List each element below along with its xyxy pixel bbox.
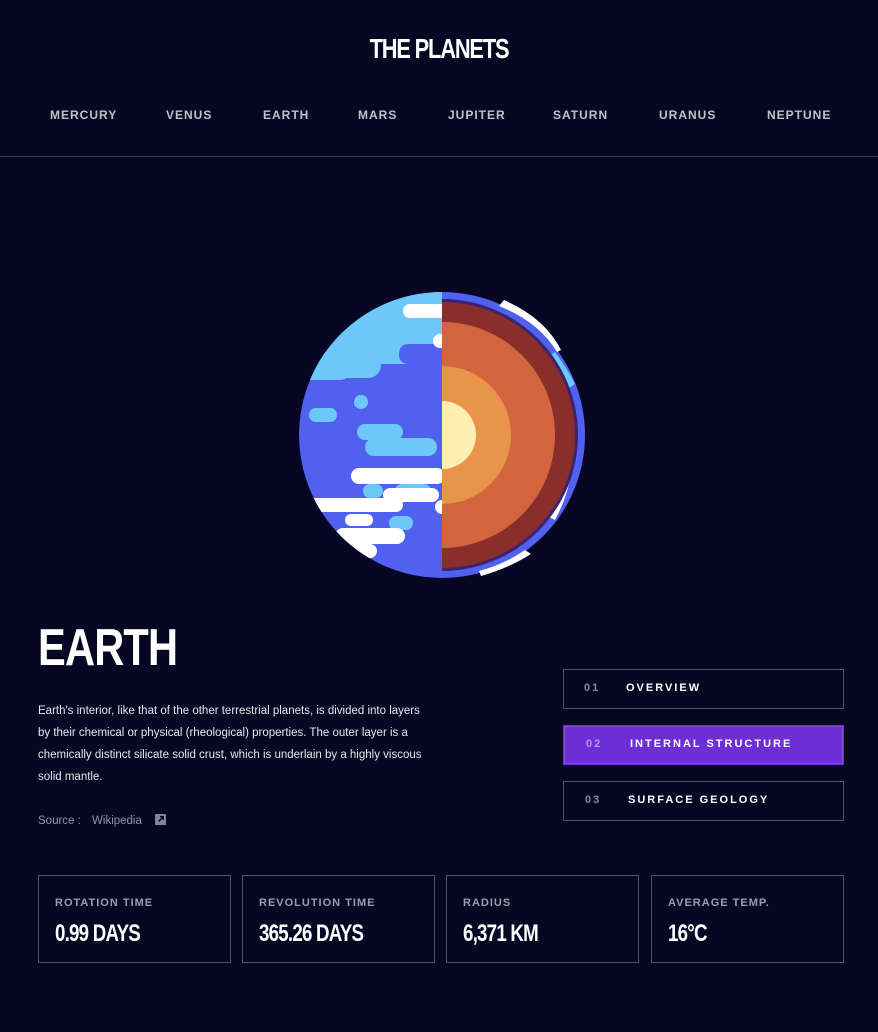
external-link-icon[interactable] [155, 814, 167, 825]
planet-stats: ROTATION TIME 0.99 DAYS REVOLUTION TIME … [38, 875, 844, 963]
source-link[interactable]: Wikipedia [92, 815, 142, 827]
stat-value: 16°C [668, 920, 707, 947]
stat-value: 365.26 DAYS [259, 920, 364, 947]
stat-average-temp: AVERAGE TEMP. 16°C [651, 875, 844, 963]
tab-surface-geology[interactable]: 03 SURFACE GEOLOGY [563, 781, 844, 821]
stat-rotation-time: ROTATION TIME 0.99 DAYS [38, 875, 231, 963]
site-header: THE PLANETS MERCURY VENUS EARTH MARS JUP… [0, 0, 878, 157]
stat-label: RADIUS [463, 897, 512, 909]
tab-label: INTERNAL STRUCTURE [630, 738, 793, 750]
tab-label: OVERVIEW [626, 682, 702, 694]
planet-internal-image [299, 292, 585, 578]
stat-label: AVERAGE TEMP. [668, 897, 770, 909]
tab-number: 03 [585, 794, 602, 806]
stat-value: 0.99 DAYS [55, 920, 141, 947]
stat-value: 6,371 KM [463, 920, 539, 947]
planet-nav: MERCURY VENUS EARTH MARS JUPITER SATURN … [0, 108, 878, 126]
source-label: Source : [38, 815, 81, 827]
tab-label: SURFACE GEOLOGY [628, 794, 770, 806]
nav-item-earth[interactable]: EARTH [263, 108, 309, 122]
nav-item-uranus[interactable]: URANUS [659, 108, 716, 122]
source-line: Source : Wikipedia [38, 814, 167, 827]
tab-internal-structure[interactable]: 02 INTERNAL STRUCTURE [563, 725, 844, 765]
nav-item-jupiter[interactable]: JUPITER [448, 108, 506, 122]
planet-name: EARTH [38, 619, 178, 677]
nav-item-venus[interactable]: VENUS [166, 108, 212, 122]
planet-description: Earth's interior, like that of the other… [38, 705, 422, 783]
stat-label: REVOLUTION TIME [259, 897, 376, 909]
stat-label: ROTATION TIME [55, 897, 154, 909]
tab-overview[interactable]: 01 OVERVIEW [563, 669, 844, 709]
tab-number: 01 [584, 682, 601, 694]
nav-item-saturn[interactable]: SATURN [553, 108, 608, 122]
tab-number: 02 [586, 738, 603, 750]
nav-item-mars[interactable]: MARS [358, 108, 397, 122]
stat-radius: RADIUS 6,371 KM [446, 875, 639, 963]
nav-item-mercury[interactable]: MERCURY [50, 108, 117, 122]
nav-item-neptune[interactable]: NEPTUNE [767, 108, 831, 122]
earth-internal-structure-illustration [299, 292, 585, 578]
stat-revolution-time: REVOLUTION TIME 365.26 DAYS [242, 875, 435, 963]
site-logo[interactable]: THE PLANETS [97, 33, 782, 65]
